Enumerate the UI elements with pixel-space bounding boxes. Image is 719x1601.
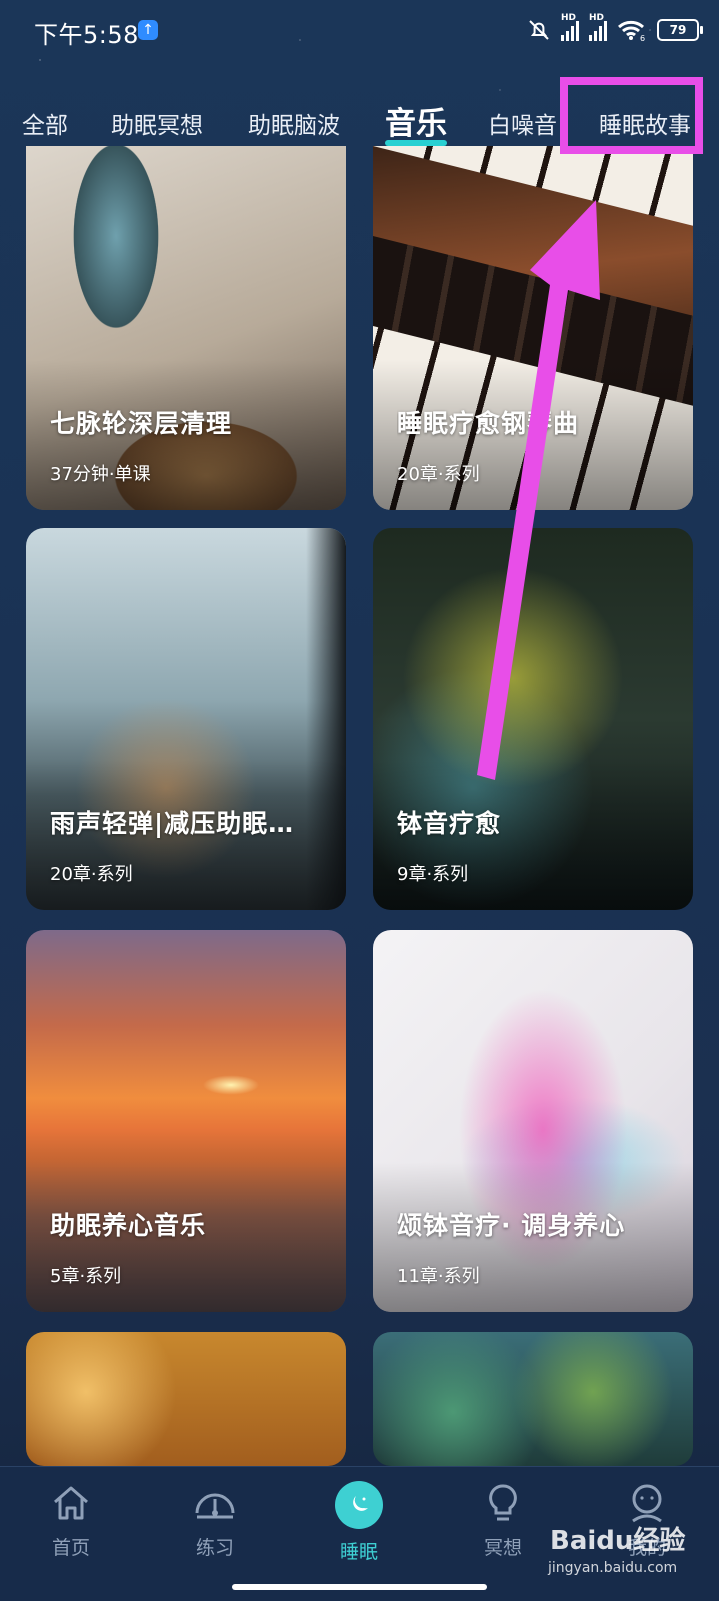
signal-icon-2: HD (589, 13, 607, 41)
card-piano-healing[interactable]: 睡眠疗愈钢琴曲 20章·系列 (373, 146, 693, 510)
card-title: 雨声轻弹|减压助眠… (50, 809, 295, 838)
tab-white-noise[interactable]: 白噪音 (488, 106, 557, 140)
watermark-url: jingyan.baidu.com (548, 1560, 678, 1576)
home-icon (54, 1486, 88, 1520)
card-rain-sounds[interactable]: 雨声轻弹|减压助眠… 20章·系列 (26, 528, 346, 910)
clock: 下午5:58 (34, 21, 139, 49)
card-partial-1[interactable] (26, 1332, 346, 1466)
nav-sleep[interactable]: 睡眠 (304, 1481, 414, 1564)
wifi-icon: 6 (618, 20, 645, 42)
card-meta: 20章·系列 (50, 864, 133, 885)
tab-all[interactable]: 全部 (22, 106, 68, 140)
card-title: 七脉轮深层清理 (50, 409, 233, 438)
card-meta: 37分钟·单课 (50, 464, 151, 485)
card-chakra-cleanse[interactable]: 七脉轮深层清理 37分钟·单课 (26, 146, 346, 510)
content-grid: 七脉轮深层清理 37分钟·单课 睡眠疗愈钢琴曲 20章·系列 雨声轻弹|减压助眠… (0, 146, 719, 1466)
nav-meditation[interactable]: 冥想 (448, 1481, 558, 1560)
card-title: 钵音疗愈 (397, 809, 502, 838)
signal-icon-1: HD (561, 13, 579, 41)
tab-sleep-meditation[interactable]: 助眠冥想 (111, 106, 203, 140)
card-meta: 9章·系列 (397, 864, 469, 885)
card-singing-bowl-therapy[interactable]: 颂钵音疗· 调身养心 11章·系列 (373, 930, 693, 1312)
card-title: 睡眠疗愈钢琴曲 (397, 409, 580, 438)
annotation-highlight-box (560, 77, 703, 154)
nav-practice[interactable]: 练习 (160, 1481, 270, 1560)
card-heart-nourishing-music[interactable]: 助眠养心音乐 5章·系列 (26, 930, 346, 1312)
card-title: 颂钵音疗· 调身养心 (397, 1211, 626, 1240)
user-icon (632, 1484, 662, 1523)
status-icons: HD HD 6 79 (527, 13, 703, 44)
moon-icon (335, 1481, 383, 1529)
tab-music[interactable]: 音乐 (385, 98, 447, 143)
card-title: 助眠养心音乐 (50, 1211, 207, 1240)
gauge-icon (195, 1493, 235, 1519)
card-meta: 5章·系列 (50, 1266, 122, 1287)
card-partial-2[interactable] (373, 1332, 693, 1466)
status-bar: 下午5:58 ↑ HD HD 6 79 (0, 0, 719, 64)
card-bowl-healing[interactable]: 钵音疗愈 9章·系列 (373, 528, 693, 910)
battery-icon: 79 (657, 19, 703, 41)
card-meta: 20章·系列 (397, 464, 480, 485)
tab-sleep-brainwave[interactable]: 助眠脑波 (248, 106, 340, 140)
svg-text:6: 6 (640, 34, 645, 42)
upload-arrow-icon: ↑ (138, 20, 158, 40)
bulb-icon (489, 1484, 517, 1521)
card-meta: 11章·系列 (397, 1266, 480, 1287)
nav-home[interactable]: 首页 (16, 1481, 126, 1560)
bell-muted-icon (529, 20, 549, 40)
home-indicator[interactable] (232, 1584, 487, 1590)
baidu-watermark: Baidu经验 (550, 1526, 686, 1556)
